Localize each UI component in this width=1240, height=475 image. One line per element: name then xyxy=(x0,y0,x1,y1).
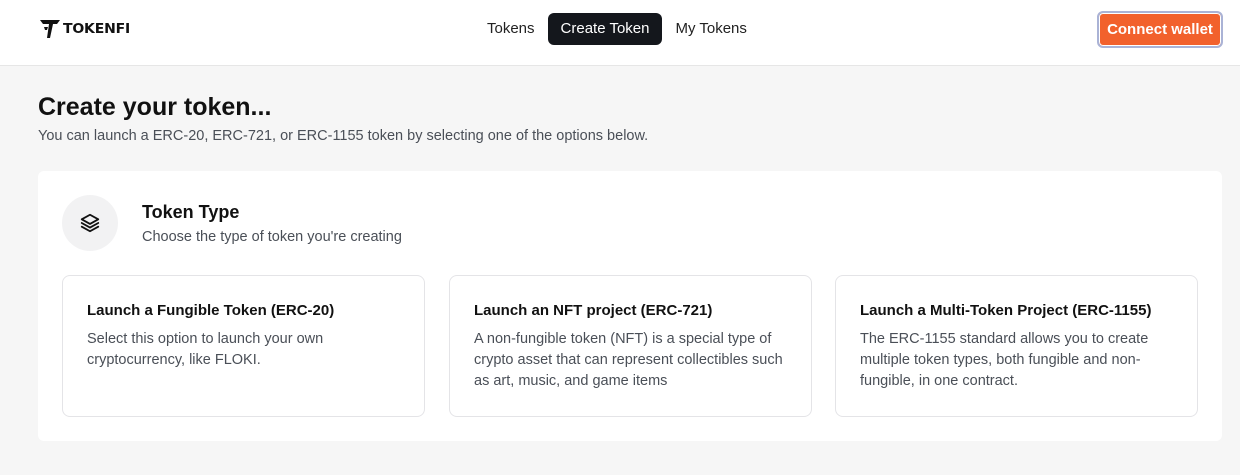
top-header: TOKENFI Tokens Create Token My Tokens Co… xyxy=(0,0,1240,66)
nav-tokens[interactable]: Tokens xyxy=(474,13,548,45)
token-type-card: Token Type Choose the type of token you'… xyxy=(38,171,1222,441)
option-erc1155[interactable]: Launch a Multi-Token Project (ERC-1155) … xyxy=(835,275,1198,417)
option-erc721[interactable]: Launch an NFT project (ERC-721) A non-fu… xyxy=(449,275,812,417)
logo-text: TOKENFI xyxy=(63,21,130,37)
page-subtitle: You can launch a ERC-20, ERC-721, or ERC… xyxy=(38,128,649,144)
connect-wallet-button[interactable]: Connect wallet xyxy=(1097,11,1223,48)
nav-create-token[interactable]: Create Token xyxy=(547,13,663,45)
option-title: Launch a Multi-Token Project (ERC-1155) xyxy=(860,302,1152,319)
token-type-icon-container xyxy=(62,195,118,251)
section-subtitle: Choose the type of token you're creating xyxy=(142,229,402,245)
option-description: Select this option to launch your own cr… xyxy=(87,331,324,368)
tokenfi-logo[interactable]: TOKENFI xyxy=(40,19,130,39)
section-title: Token Type xyxy=(142,202,240,222)
option-erc20[interactable]: Launch a Fungible Token (ERC-20) Select … xyxy=(62,275,425,417)
main-nav: Tokens Create Token My Tokens xyxy=(474,13,760,45)
tokenfi-logo-mark-icon xyxy=(40,20,60,38)
option-title: Launch a Fungible Token (ERC-20) xyxy=(87,302,335,319)
page-title: Create your token... xyxy=(38,93,272,121)
layers-icon xyxy=(80,213,100,233)
option-title: Launch an NFT project (ERC-721) xyxy=(474,302,713,319)
option-description: A non-fungible token (NFT) is a special … xyxy=(474,331,783,389)
option-description: The ERC-1155 standard allows you to crea… xyxy=(860,331,1149,389)
nav-my-tokens[interactable]: My Tokens xyxy=(662,13,759,45)
